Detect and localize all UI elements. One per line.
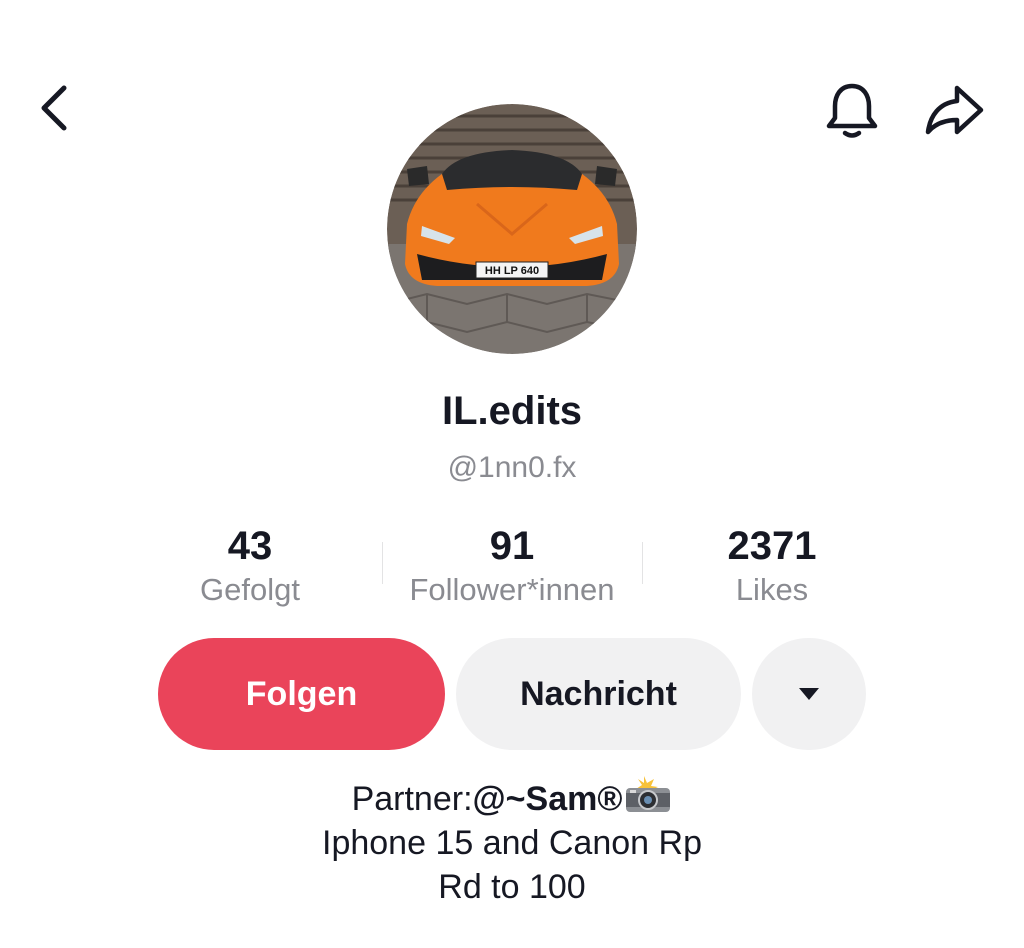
bio-line-2: Iphone 15 and Canon Rp [322, 824, 702, 862]
camera-flash-icon [626, 776, 671, 812]
profile-bio: Partner:@~Sam® Iphone 15 and Canon Rp Rd… [0, 776, 1024, 909]
stat-divider [382, 542, 383, 584]
following-count: 43 [227, 524, 273, 568]
orange-sports-car-photo: HH LP 640 [387, 104, 637, 354]
caret-down-icon [799, 688, 819, 700]
bio-partner-handle[interactable]: @~Sam® [473, 780, 623, 818]
followers-count: 91 [489, 524, 535, 568]
stat-following[interactable]: 43 Gefolgt [170, 522, 330, 610]
username: @1nn0.fx [447, 451, 577, 484]
follow-button[interactable]: Folgen [158, 638, 445, 750]
bio-partner-prefix: Partner: [351, 780, 473, 818]
stat-divider [642, 542, 643, 584]
stat-followers[interactable]: 91 Follower*innen [385, 522, 639, 610]
bio-line-3: Rd to 100 [438, 868, 586, 906]
likes-label: Likes [735, 572, 809, 607]
message-button[interactable]: Nachricht [456, 638, 741, 750]
share-arrow-icon [925, 85, 984, 135]
likes-count: 2371 [727, 524, 817, 568]
chevron-left-icon [41, 85, 67, 131]
more-options-button[interactable] [752, 638, 866, 750]
notification-bell-button[interactable] [820, 78, 884, 142]
display-name: IL.edits [441, 389, 583, 433]
following-label: Gefolgt [200, 572, 300, 607]
stat-likes[interactable]: 2371 Likes [692, 522, 852, 610]
share-button[interactable] [922, 78, 988, 142]
bio-partner-line: Partner:@~Sam® [0, 776, 1024, 821]
followers-label: Follower*innen [409, 572, 615, 607]
license-plate-text: HH LP 640 [485, 265, 539, 277]
back-button[interactable] [30, 80, 78, 136]
bell-icon [826, 83, 878, 138]
profile-avatar[interactable]: HH LP 640 [387, 104, 637, 354]
